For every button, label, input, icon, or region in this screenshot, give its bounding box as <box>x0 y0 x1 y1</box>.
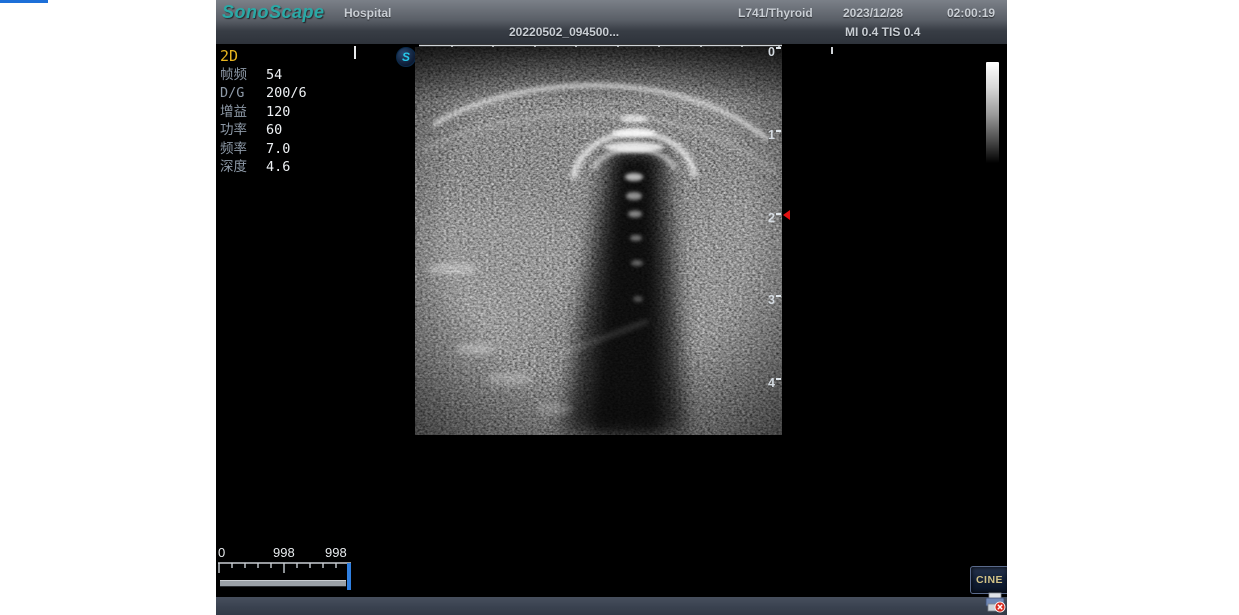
brand-logo: SonoScape <box>222 2 325 23</box>
mi-tis-indices: MI 0.4 TIS 0.4 <box>845 25 920 39</box>
param-value: 7.0 <box>266 140 290 158</box>
cine-position-handle[interactable] <box>347 563 351 590</box>
hospital-name: Hospital <box>344 6 391 20</box>
param-value: 60 <box>266 121 282 139</box>
param-label: 深度 <box>220 158 266 176</box>
cine-progress-bar[interactable] <box>220 580 346 587</box>
cine-total-frames: 998 <box>273 545 295 560</box>
ruler-tick <box>776 47 781 49</box>
grayscale-bar <box>986 62 999 163</box>
depth-mark-4: 4 <box>765 376 781 390</box>
cine-start-frame: 0 <box>218 545 225 560</box>
system-date: 2023/12/28 <box>843 6 903 20</box>
depth-mark-1: 1 <box>765 128 781 142</box>
ruler-tick <box>776 295 781 297</box>
probe-orientation-icon: S <box>396 47 416 67</box>
system-time: 02:00:19 <box>947 6 995 20</box>
parameter-panel: 2D 帧频 54 D/G 200/6 增益 120 功率 60 频率 7.0 <box>220 47 307 176</box>
ruler-tick <box>776 378 781 380</box>
focus-position-marker[interactable] <box>783 210 790 220</box>
ruler-tick <box>776 130 781 132</box>
cine-scale-ruler <box>218 562 353 577</box>
param-row-frame-rate: 帧频 54 <box>220 66 307 84</box>
param-row-depth: 深度 4.6 <box>220 158 307 176</box>
param-value: 200/6 <box>266 84 307 102</box>
param-value: 54 <box>266 66 282 84</box>
param-row-frequency: 频率 7.0 <box>220 140 307 158</box>
top-left-accent-bar <box>0 0 48 3</box>
param-label: 频率 <box>220 140 266 158</box>
imaging-mode-label: 2D <box>220 47 307 66</box>
ruler-tick <box>776 213 781 215</box>
screen: SonoScape Hospital L741/Thyroid 2023/12/… <box>0 0 1239 615</box>
param-row-power: 功率 60 <box>220 121 307 139</box>
param-label: D/G <box>220 84 266 102</box>
header-bar: SonoScape Hospital L741/Thyroid 2023/12/… <box>216 0 1007 44</box>
param-value: 120 <box>266 103 290 121</box>
cine-current-frame: 998 <box>325 545 347 560</box>
param-row-dynamic-range: D/G 200/6 <box>220 84 307 102</box>
depth-mark-3: 3 <box>765 293 781 307</box>
bottom-status-bar <box>216 597 1007 615</box>
depth-mark-2: 2 <box>765 211 781 225</box>
right-edge-marker <box>831 47 833 54</box>
left-edge-marker <box>354 46 356 59</box>
param-label: 功率 <box>220 121 266 139</box>
param-label: 帧频 <box>220 66 266 84</box>
printer-error-icon[interactable] <box>984 592 1006 613</box>
param-value: 4.6 <box>266 158 290 176</box>
depth-mark-0: 0 <box>765 45 781 59</box>
param-row-gain: 增益 120 <box>220 103 307 121</box>
ultrasound-app-window: SonoScape Hospital L741/Thyroid 2023/12/… <box>216 0 1007 615</box>
exam-id: 20220502_094500... <box>509 25 619 39</box>
param-label: 增益 <box>220 103 266 121</box>
cine-mode-badge[interactable]: CINE <box>970 566 1007 594</box>
ultrasound-image[interactable] <box>415 47 782 435</box>
probe-preset-label: L741/Thyroid <box>738 6 813 20</box>
